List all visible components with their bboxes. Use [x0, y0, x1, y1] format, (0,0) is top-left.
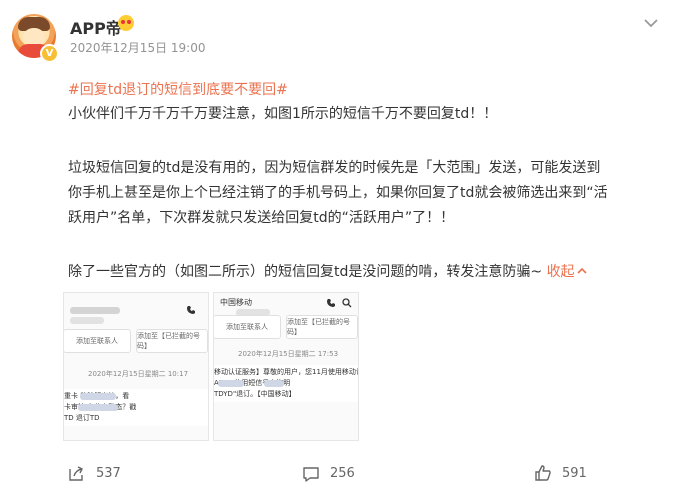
username[interactable]: APP帝 — [70, 15, 122, 39]
message-line: TDYD"退订。【中国移动】 — [214, 390, 296, 398]
chevron-up-icon — [576, 267, 587, 274]
search-icon — [342, 298, 352, 308]
add-blocked-button: 添加至【已拦截的号码】 — [136, 329, 208, 353]
redaction — [218, 380, 244, 387]
add-contact-button: 添加至联系人 — [214, 315, 281, 339]
redaction — [80, 393, 116, 400]
comment-count[interactable]: 256 — [330, 466, 355, 481]
blurred-text — [70, 317, 104, 324]
repost-count[interactable]: 537 — [96, 466, 121, 481]
post-text-line-5-content: 除了一些官方的（如图二所示）的短信回复td是没问题的啃，转发注意防骗~ — [68, 264, 547, 280]
add-blocked-button: 添加至【已拦截的号码】 — [286, 315, 358, 339]
add-contact-button: 添加至联系人 — [64, 329, 131, 353]
hashtag-link[interactable]: #回复td退订的短信到底要不要回# — [68, 79, 288, 99]
post-text-line-2: 垃圾短信回复的td是没有用的，因为短信群发的时候先是「大范围」发送，可能发送到 — [68, 160, 601, 176]
collapse-link[interactable]: 收起 — [547, 264, 587, 280]
post-image-2[interactable]: 中国移动 添加至联系人 添加至【已拦截的号码】 2020年12月15日星期二 1… — [213, 292, 359, 441]
post-text-line-3: 你手机上甚至是你上个已经注销了的手机号码上，如果你回复了td就会被筛选出来到“活 — [68, 185, 608, 201]
message-date: 2020年12月15日星期二 17:53 — [238, 350, 339, 358]
carrier-name: 中国移动 — [220, 298, 252, 307]
heart-eyes-emoji-icon — [118, 15, 134, 31]
post-text-line-5: 除了一些官方的（如图二所示）的短信回复td是没问题的啃，转发注意防骗~ 收起 — [68, 260, 587, 285]
post-text-line-4: 跃用户”名单，下次群发就只发送给回复td的“活跃用户”了！！ — [68, 210, 455, 226]
message-line: 移动认证服务】尊敬的用户，您11月使用移动认 — [214, 368, 359, 376]
phone-icon — [187, 306, 195, 314]
message-date: 2020年12月15日星期二 10:17 — [88, 370, 189, 378]
message-line: TD 退订TD — [64, 414, 100, 422]
share-icon[interactable] — [67, 465, 85, 483]
post-image-1[interactable]: 添加至联系人 添加至【已拦截的号码】 2020年12月15日星期二 10:17 … — [63, 292, 209, 441]
like-count[interactable]: 591 — [562, 466, 587, 481]
post-timestamp[interactable]: 2020年12月15日 19:00 — [70, 39, 205, 56]
chevron-down-icon[interactable] — [640, 12, 662, 34]
redaction — [264, 380, 284, 387]
verified-badge-icon: V — [40, 44, 59, 63]
collapse-label: 收起 — [546, 264, 575, 280]
thumbs-up-icon[interactable] — [534, 464, 552, 482]
blurred-text — [70, 307, 120, 314]
redaction — [78, 404, 118, 411]
phone-icon — [327, 299, 335, 307]
comment-icon[interactable] — [302, 465, 320, 483]
post-text-line-1: 小伙伴们千万千万千万要注意，如图1所示的短信千万不要回复td！！ — [68, 106, 498, 122]
